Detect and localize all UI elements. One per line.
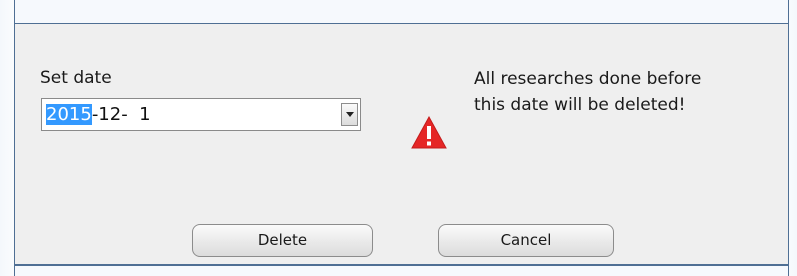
warning-icon bbox=[411, 116, 447, 149]
warning-exclamation-dot bbox=[427, 141, 431, 146]
warning-line-2: this date will be deleted! bbox=[474, 95, 686, 115]
date-value[interactable]: 2015-12- 1 bbox=[46, 104, 151, 126]
delete-button[interactable]: Delete bbox=[192, 224, 373, 257]
warning-exclamation-bar bbox=[427, 126, 431, 139]
set-date-label: Set date bbox=[40, 68, 112, 88]
date-picker[interactable]: 2015-12- 1 bbox=[41, 98, 361, 131]
date-rest-segment[interactable]: -12- 1 bbox=[92, 104, 151, 125]
delete-research-dialog: Set date 2015-12- 1 All researches done … bbox=[14, 24, 789, 264]
warning-line-1: All researches done before bbox=[474, 69, 702, 89]
date-year-segment[interactable]: 2015 bbox=[46, 104, 92, 125]
date-dropdown-button[interactable] bbox=[341, 103, 358, 126]
cancel-button[interactable]: Cancel bbox=[438, 224, 614, 257]
window-frame-top bbox=[14, 0, 789, 24]
window-frame-bottom bbox=[14, 264, 789, 276]
warning-message: All researches done before this date wil… bbox=[474, 66, 701, 118]
chevron-down-icon bbox=[346, 112, 354, 117]
